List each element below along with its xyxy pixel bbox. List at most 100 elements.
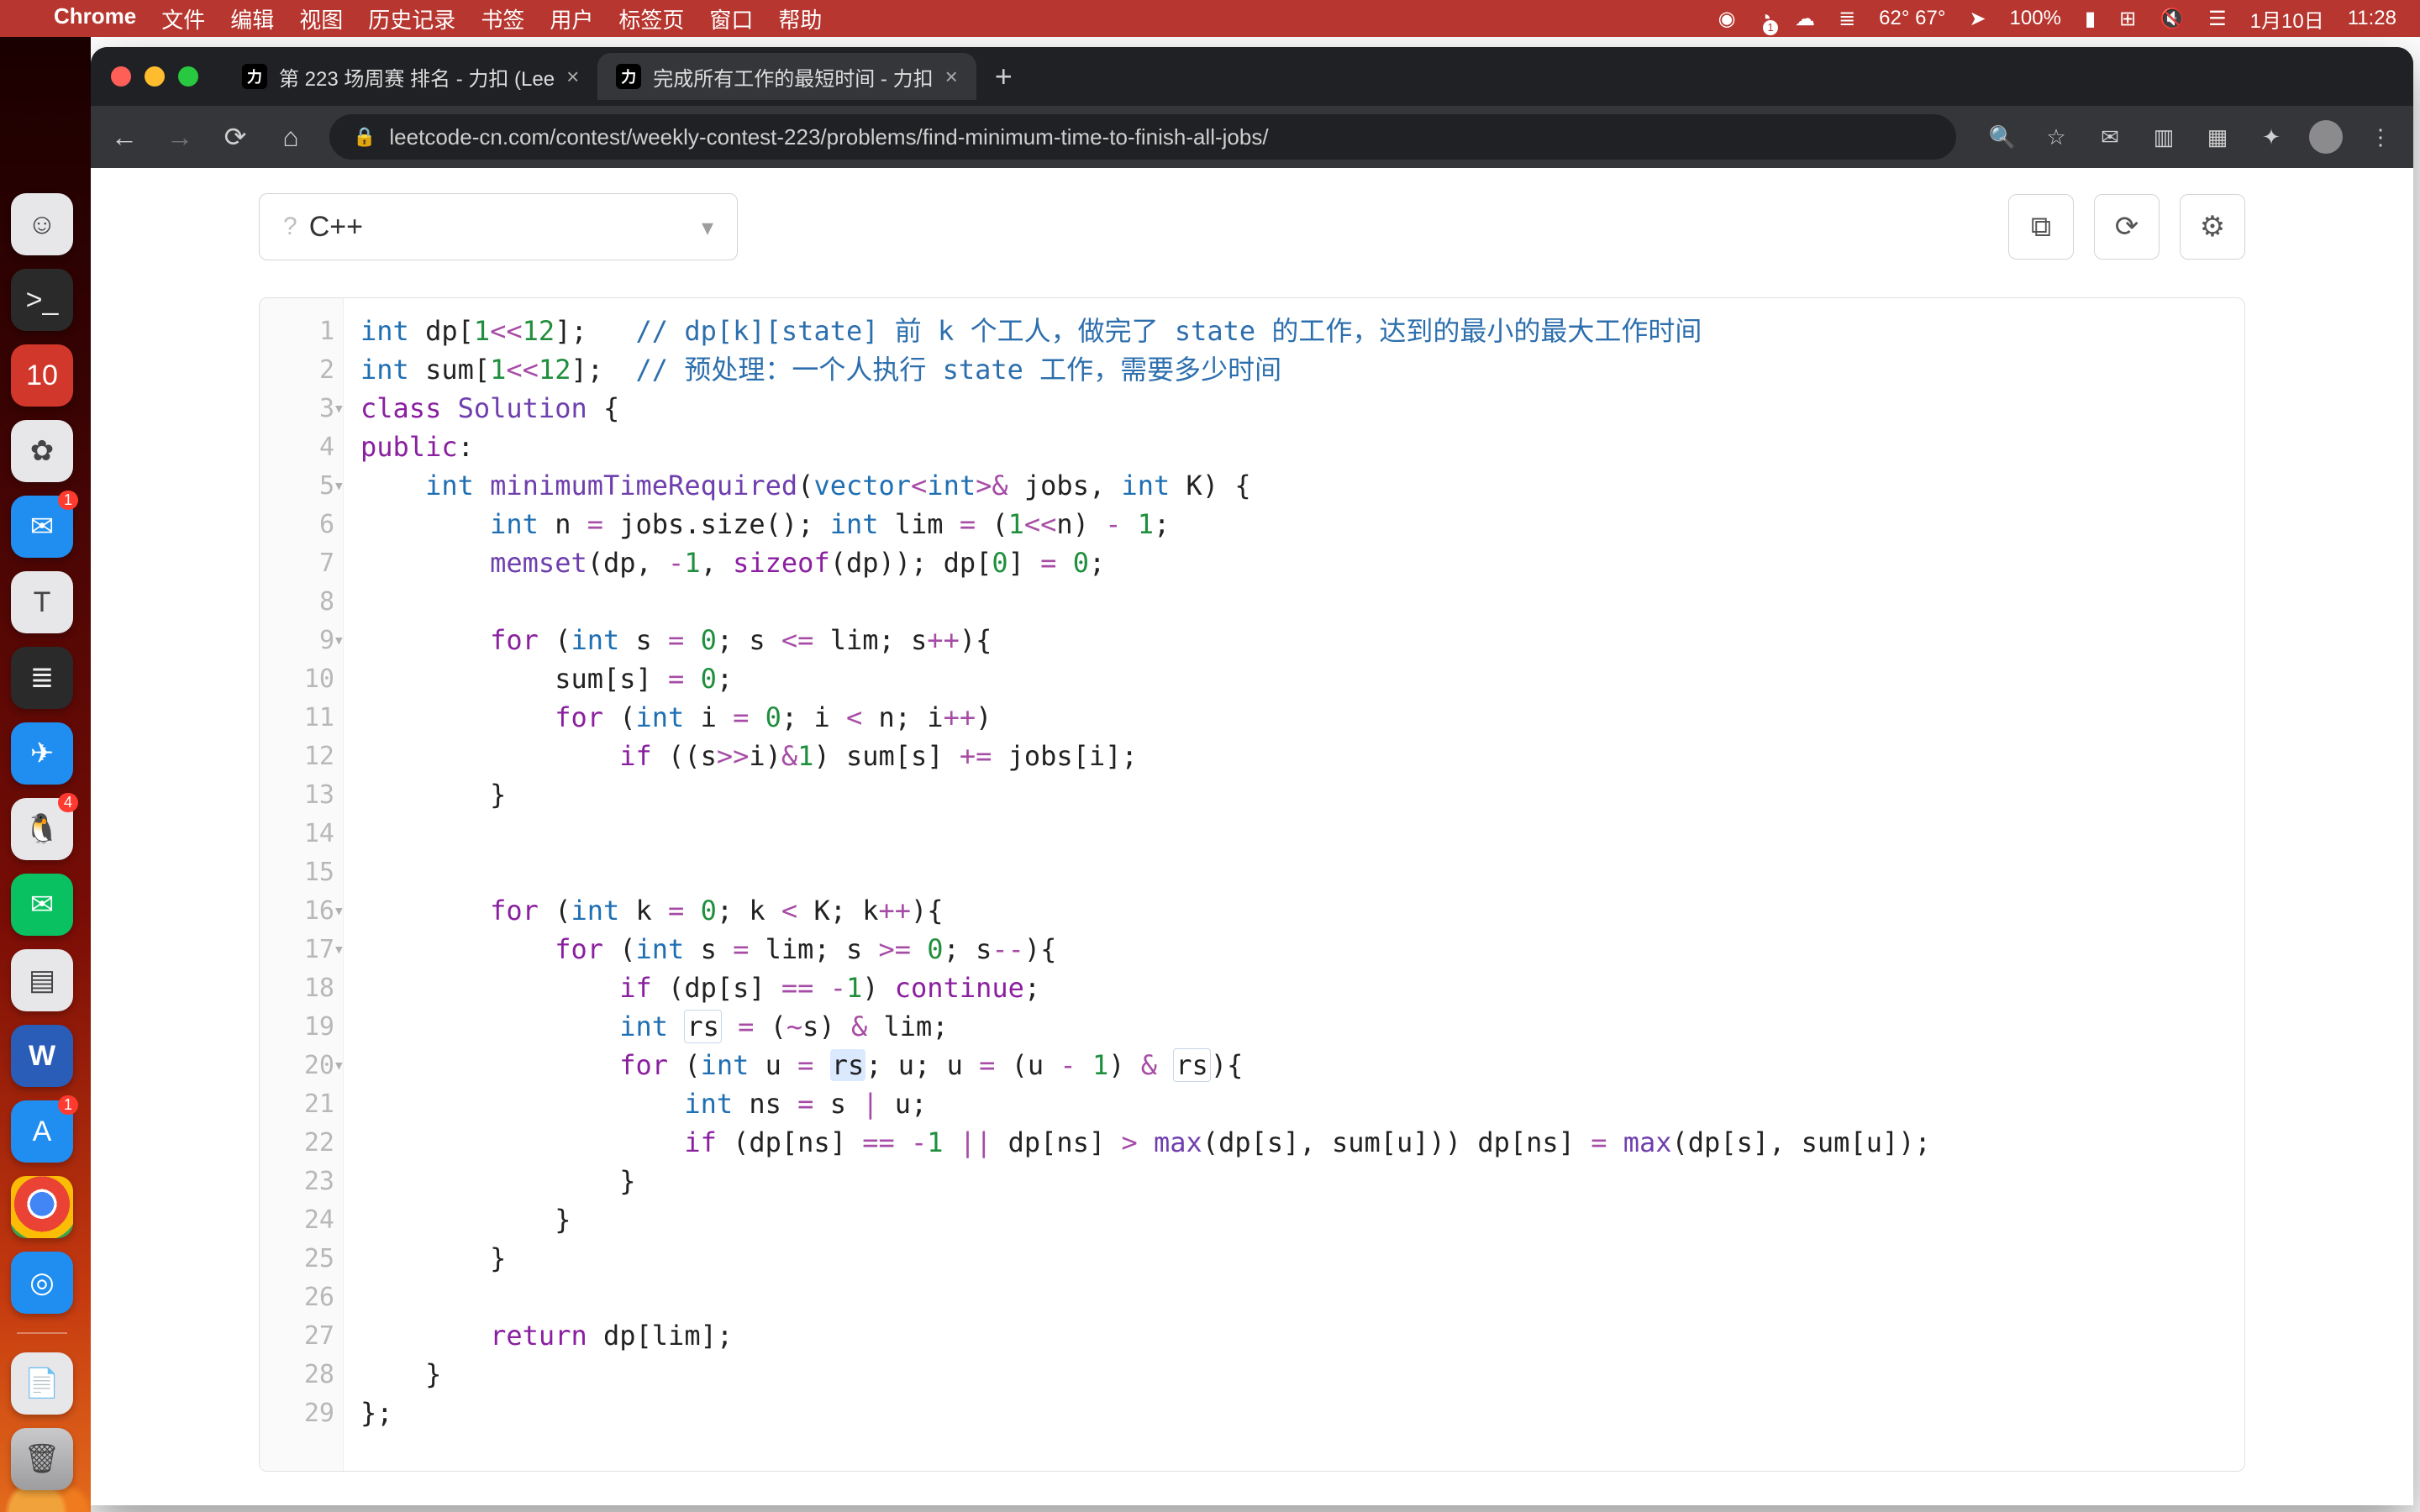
code-line[interactable]: sum[s] = 0; — [360, 659, 2244, 698]
editor-reset-button[interactable]: ⟳ — [2094, 194, 2160, 260]
tab-close-icon[interactable]: × — [566, 64, 579, 90]
menu-edit[interactable]: 编辑 — [230, 3, 274, 34]
istat-icon[interactable]: ◔ — [1760, 7, 1772, 30]
code-line[interactable]: int dp[1<<12]; // dp[k][state] 前 k 个工人，做… — [360, 312, 2244, 350]
menu-view[interactable]: 视图 — [299, 3, 343, 34]
chrome-menu-icon[interactable]: ⋮ — [2365, 121, 2396, 153]
browser-tab-2[interactable]: 力 完成所有工作的最短时间 - 力扣 × — [597, 53, 976, 100]
editor-layout-button[interactable]: ⧉ — [2008, 194, 2074, 260]
code-line[interactable]: for (int k = 0; k < K; k++){ — [360, 891, 2244, 930]
menubar-time[interactable]: 11:28 — [2348, 7, 2396, 30]
zoom-icon[interactable]: 🔍 — [1986, 121, 2018, 153]
dock-wechat[interactable]: ✉ — [11, 874, 73, 936]
wechat-status-icon[interactable]: ☁ — [1795, 7, 1815, 31]
code-line[interactable]: int minimumTimeRequired(vector<int>& job… — [360, 466, 2244, 505]
battery-percent[interactable]: 100% — [2010, 7, 2061, 30]
code-line[interactable]: int rs = (~s) & lim; — [360, 1007, 2244, 1046]
dock-qq[interactable]: 🐧4 — [11, 798, 73, 860]
code-line[interactable]: } — [360, 1200, 2244, 1239]
code-line[interactable] — [360, 814, 2244, 853]
menubar-date[interactable]: 1月10日 — [2250, 4, 2324, 34]
code-line[interactable]: for (int u = rs; u; u = (u - 1) & rs){ — [360, 1046, 2244, 1084]
dock-terminal[interactable]: >_ — [11, 269, 73, 331]
fold-toggle-icon[interactable]: ▾ — [334, 630, 345, 651]
control-center-icon[interactable]: ☰ — [2208, 7, 2227, 31]
reload-button[interactable]: ⟳ — [218, 121, 252, 153]
ext-doc-icon[interactable]: ▥ — [2148, 121, 2180, 153]
close-window-button[interactable] — [111, 66, 131, 87]
menu-bookmarks[interactable]: 书签 — [481, 3, 524, 34]
code-editor[interactable]: 123▾45▾6789▾10111213141516▾17▾181920▾212… — [259, 297, 2245, 1472]
weather-temp[interactable]: 62° 67° — [1879, 7, 1945, 30]
code-line[interactable]: return dp[lim]; — [360, 1316, 2244, 1355]
code-line[interactable]: int n = jobs.size(); int lim = (1<<n) - … — [360, 505, 2244, 543]
spotlight-icon[interactable]: ⊞ — [2119, 7, 2136, 31]
code-line[interactable]: } — [360, 1239, 2244, 1278]
dock-finder[interactable]: ☺ — [11, 193, 73, 255]
menu-app-name[interactable]: Chrome — [54, 3, 136, 34]
new-tab-button[interactable]: + — [976, 59, 1031, 94]
menu-tabs[interactable]: 标签页 — [618, 3, 684, 34]
code-line[interactable]: for (int s = 0; s <= lim; s++){ — [360, 621, 2244, 659]
dock-trash[interactable]: 🗑 — [11, 1428, 73, 1490]
menu-history[interactable]: 历史记录 — [368, 3, 455, 34]
address-bar[interactable]: 🔒 leetcode-cn.com/contest/weekly-contest… — [329, 114, 1956, 160]
dock-preview[interactable]: ▤ — [11, 949, 73, 1011]
fold-toggle-icon[interactable]: ▾ — [334, 475, 345, 496]
code-line[interactable]: } — [360, 1355, 2244, 1394]
ext-mail-icon[interactable]: ✉ — [2094, 121, 2126, 153]
dock-app-store[interactable]: A1 — [11, 1100, 73, 1163]
code-line[interactable]: int ns = s | u; — [360, 1084, 2244, 1123]
code-area[interactable]: int dp[1<<12]; // dp[k][state] 前 k 个工人，做… — [344, 298, 2244, 1471]
editor-settings-button[interactable]: ⚙ — [2180, 194, 2245, 260]
code-line[interactable]: public: — [360, 428, 2244, 466]
fold-toggle-icon[interactable]: ▾ — [334, 1055, 345, 1076]
dock-doc[interactable]: 📄 — [11, 1352, 73, 1415]
browser-tab-1[interactable]: 力 第 223 场周赛 排名 - 力扣 (Lee × — [224, 53, 597, 100]
code-line[interactable]: memset(dp, -1, sizeof(dp)); dp[0] = 0; — [360, 543, 2244, 582]
code-line[interactable]: }; — [360, 1394, 2244, 1432]
code-line[interactable] — [360, 853, 2244, 891]
dock-calendar[interactable]: 10 — [11, 344, 73, 407]
code-line[interactable]: for (int i = 0; i < n; i++) — [360, 698, 2244, 737]
activity-icon[interactable]: ≣ — [1839, 7, 1855, 31]
dock-chrome[interactable] — [11, 1176, 73, 1238]
home-button[interactable]: ⌂ — [274, 122, 308, 153]
code-line[interactable]: if (dp[s] == -1) continue; — [360, 969, 2244, 1007]
code-line[interactable]: class Solution { — [360, 389, 2244, 428]
back-button[interactable]: ← — [108, 122, 141, 153]
menu-file[interactable]: 文件 — [161, 3, 205, 34]
code-line[interactable] — [360, 582, 2244, 621]
dock-safari[interactable]: ◎ — [11, 1252, 73, 1314]
menu-people[interactable]: 用户 — [550, 3, 593, 34]
send-icon[interactable]: ➤ — [1969, 7, 1986, 31]
fold-toggle-icon[interactable]: ▾ — [334, 398, 345, 419]
zoom-window-button[interactable] — [178, 66, 198, 87]
dock-textedit[interactable]: T — [11, 571, 73, 633]
code-line[interactable]: int sum[1<<12]; // 预处理：一个人执行 state 工作，需要… — [360, 350, 2244, 389]
language-selector[interactable]: ? C++ ▾ — [259, 193, 738, 260]
dock-mail[interactable]: ✉1 — [11, 496, 73, 558]
menu-window[interactable]: 窗口 — [709, 3, 753, 34]
tab-close-icon[interactable]: × — [945, 64, 958, 90]
dock-photos[interactable]: ✿ — [11, 420, 73, 482]
bookmark-star-icon[interactable]: ☆ — [2040, 121, 2072, 153]
code-line[interactable]: for (int s = lim; s >= 0; s--){ — [360, 930, 2244, 969]
dock-sublime[interactable]: ≣ — [11, 647, 73, 709]
code-line[interactable]: if ((s>>i)&1) sum[s] += jobs[i]; — [360, 737, 2244, 775]
code-line[interactable] — [360, 1278, 2244, 1316]
code-line[interactable]: if (dp[ns] == -1 || dp[ns] > max(dp[s], … — [360, 1123, 2244, 1162]
profile-avatar[interactable] — [2309, 120, 2343, 154]
menu-help[interactable]: 帮助 — [778, 3, 822, 34]
fold-toggle-icon[interactable]: ▾ — [334, 939, 345, 960]
ext-color-icon[interactable]: ▦ — [2202, 121, 2233, 153]
code-line[interactable]: } — [360, 1162, 2244, 1200]
record-icon[interactable]: ◉ — [1718, 7, 1736, 31]
fold-toggle-icon[interactable]: ▾ — [334, 900, 345, 921]
dock-telegram[interactable]: ✈ — [11, 722, 73, 785]
extensions-icon[interactable]: ✦ — [2255, 121, 2287, 153]
volume-muted-icon[interactable]: 🔇 — [2160, 7, 2185, 31]
dock-word[interactable]: W — [11, 1025, 73, 1087]
code-line[interactable]: } — [360, 775, 2244, 814]
minimize-window-button[interactable] — [145, 66, 165, 87]
